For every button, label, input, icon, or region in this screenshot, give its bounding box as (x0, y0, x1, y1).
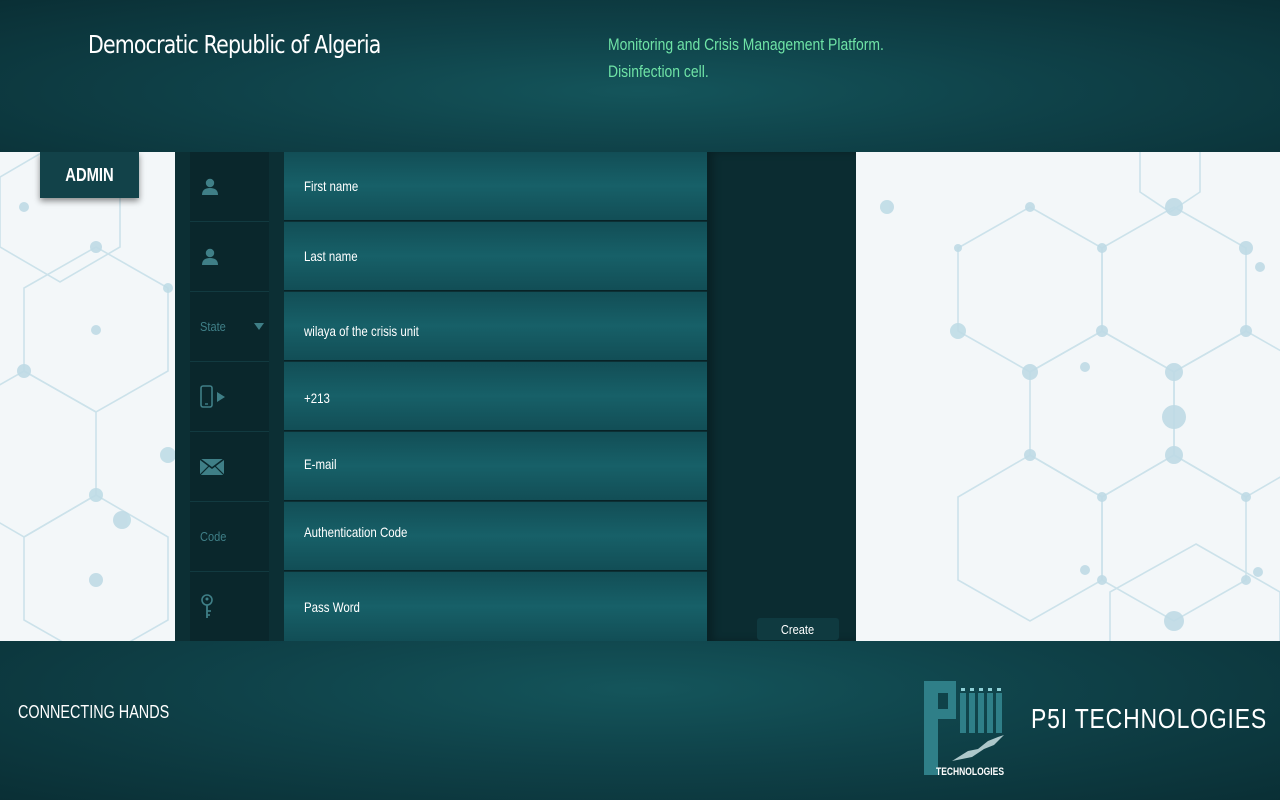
page-title: Democratic Republic of Algeria (88, 30, 381, 59)
user-icon (202, 248, 218, 265)
last-name-field[interactable]: Last name (284, 222, 707, 291)
key-icon (201, 594, 213, 618)
envelope-icon (200, 457, 224, 475)
last-name-icon-cell (190, 222, 269, 292)
footer-tagline: CONNECTING HANDS (18, 702, 170, 722)
create-button[interactable]: Create (757, 618, 839, 640)
password-field[interactable]: Pass Word (284, 572, 707, 641)
code-label: Code (200, 529, 227, 544)
logo-caption: TECHNOLOGIES (936, 766, 1004, 778)
email-field[interactable]: E-mail (284, 432, 707, 501)
admin-label: ADMIN (65, 164, 114, 185)
chevron-down-icon[interactable] (254, 322, 265, 331)
form-field-column: First name Last name wilaya of the crisi… (284, 152, 707, 641)
email-placeholder: E-mail (304, 456, 337, 472)
registration-form: State Code First name Last name wilaya o… (175, 152, 856, 641)
header-subtitle: Monitoring and Crisis Management Platfor… (608, 31, 884, 85)
user-icon (202, 178, 218, 195)
form-icon-column: State Code (190, 152, 269, 641)
brand-name: P5I TECHNOLOGIES (1031, 703, 1267, 734)
header: Democratic Republic of Algeria Monitorin… (0, 0, 1280, 152)
p5i-logo: TECHNOLOGIES (924, 681, 1004, 778)
authentication-code-field[interactable]: Authentication Code (284, 502, 707, 571)
password-placeholder: Pass Word (304, 598, 360, 615)
state-placeholder: wilaya of the crisis unit (304, 323, 419, 339)
phone-field[interactable]: +213 (284, 362, 707, 431)
phone-placeholder: +213 (304, 390, 330, 406)
create-button-label: Create (781, 621, 815, 637)
authentication-code-placeholder: Authentication Code (304, 524, 408, 540)
form-side-panel (707, 152, 856, 641)
password-icon-cell (190, 572, 269, 641)
code-icon-cell: Code (190, 502, 269, 572)
footer: CONNECTING HANDS TECHNOLOGIES P5I TECHNO… (0, 641, 1280, 800)
main-area: ADMIN State Code First name Last name wi… (0, 152, 1280, 641)
email-icon-cell (190, 432, 269, 502)
admin-tab[interactable]: ADMIN (40, 152, 139, 198)
state-select-cell[interactable]: State (190, 292, 269, 362)
first-name-icon-cell (190, 152, 269, 222)
state-label: State (200, 319, 226, 334)
state-select[interactable]: wilaya of the crisis unit (284, 292, 707, 361)
last-name-placeholder: Last name (304, 248, 358, 264)
subtitle-line-2: Disinfection cell. (608, 62, 709, 81)
first-name-field[interactable]: First name (284, 152, 707, 221)
phone-icon-cell (190, 362, 269, 432)
subtitle-line-1: Monitoring and Crisis Management Platfor… (608, 35, 884, 54)
first-name-placeholder: First name (304, 178, 359, 194)
phone-icon (200, 384, 225, 408)
